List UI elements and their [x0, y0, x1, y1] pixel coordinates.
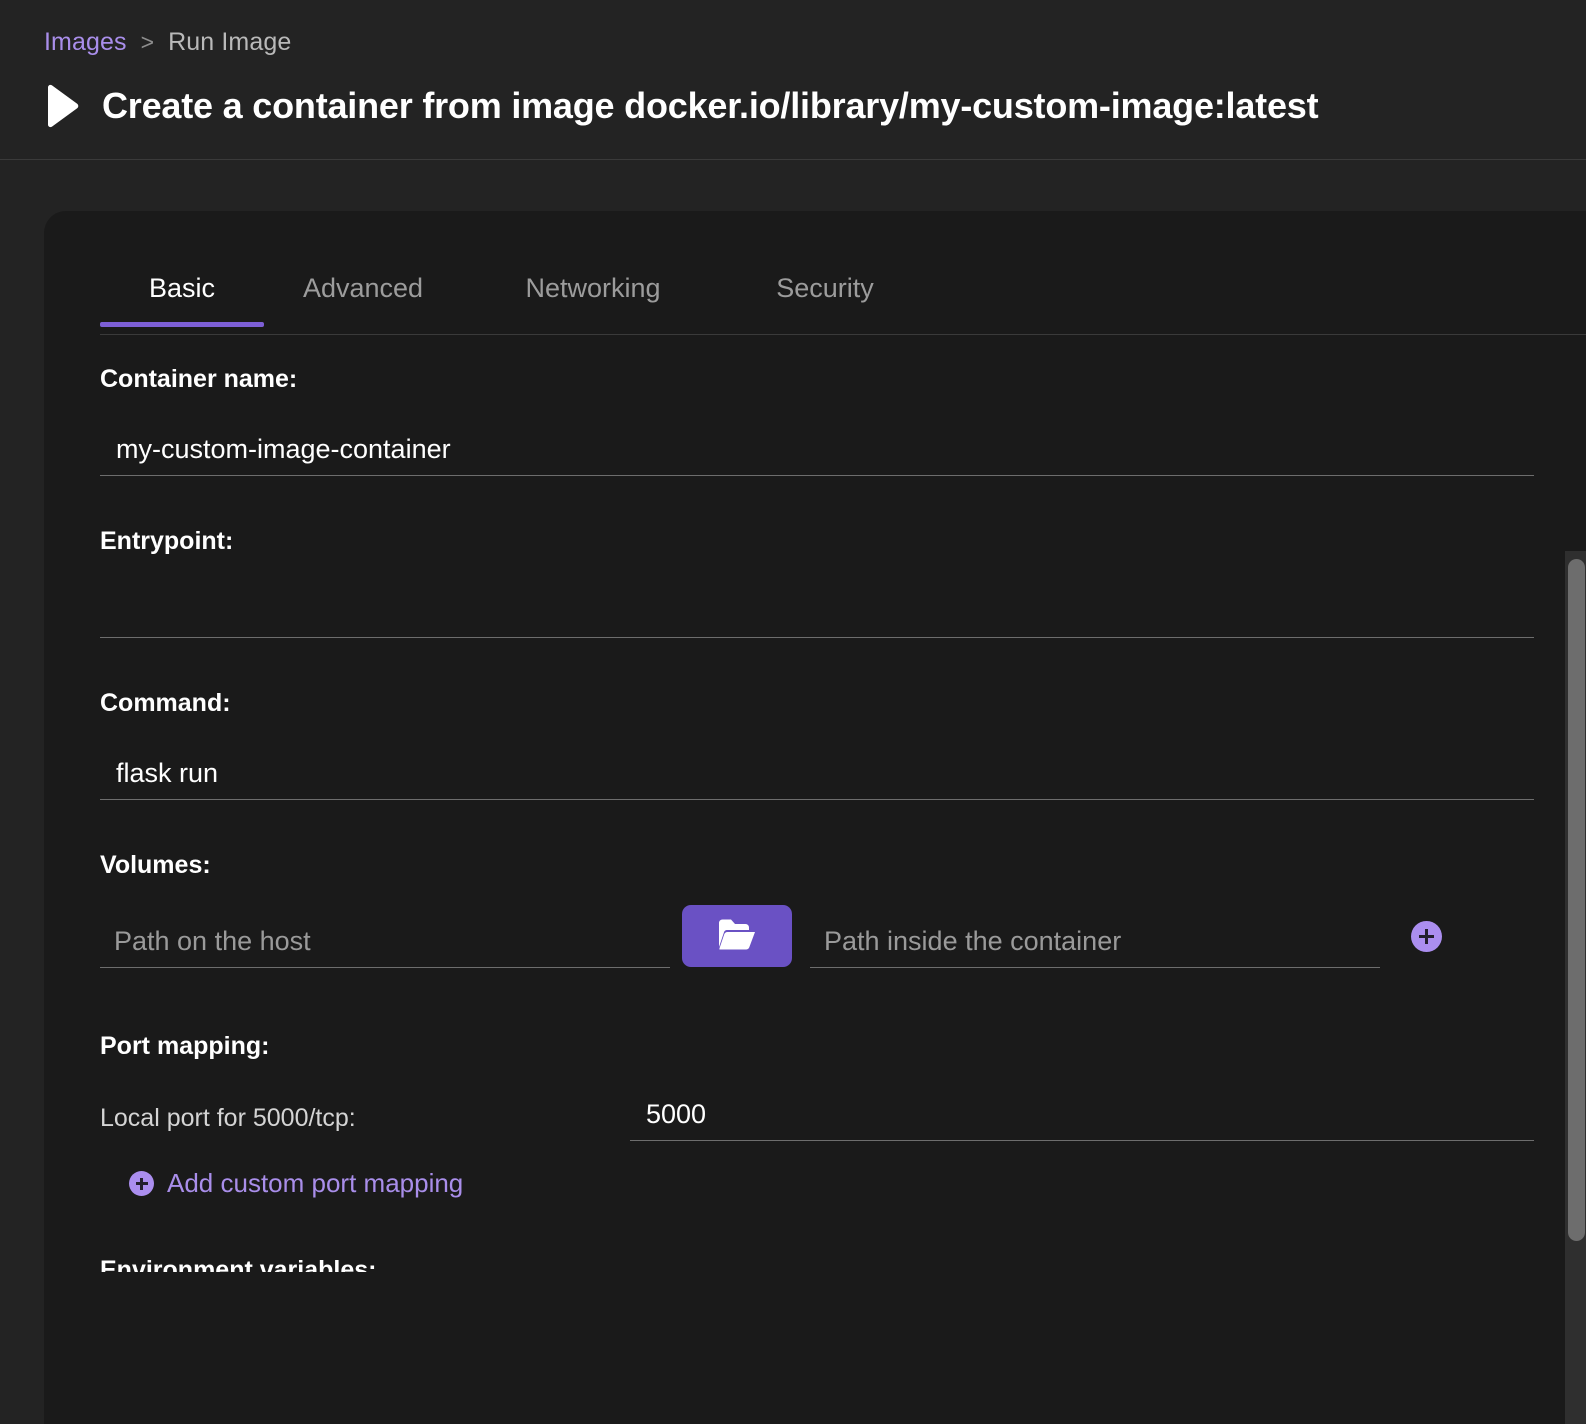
entrypoint-label: Entrypoint: [100, 527, 233, 556]
tab-advanced[interactable]: Advanced [264, 263, 462, 326]
tab-advanced-label: Advanced [303, 273, 423, 303]
add-custom-port-mapping-label: Add custom port mapping [167, 1168, 463, 1199]
local-port-input[interactable]: 5000 [630, 1085, 1534, 1141]
entrypoint-input[interactable] [100, 582, 1534, 638]
page-header: Images > Run Image Create a container fr… [0, 0, 1586, 160]
add-custom-port-mapping-link[interactable]: Add custom port mapping [129, 1168, 463, 1199]
tab-bar: Basic Advanced Networking Security [100, 263, 1586, 335]
container-name-value: my-custom-image-container [100, 434, 451, 465]
tab-basic-label: Basic [149, 273, 215, 303]
tab-security-label: Security [776, 273, 874, 303]
page-title-row: Create a container from image docker.io/… [44, 84, 1318, 128]
tab-basic[interactable]: Basic [100, 263, 264, 326]
vertical-scrollbar-thumb[interactable] [1568, 559, 1585, 1241]
tab-networking-label: Networking [525, 273, 660, 303]
volume-host-path-input[interactable]: Path on the host [100, 910, 670, 968]
local-port-value: 5000 [630, 1099, 706, 1130]
plus-vertical-bar [1425, 929, 1428, 944]
command-label: Command: [100, 689, 231, 718]
plus-vertical-bar [140, 1178, 143, 1190]
breadcrumb-separator-icon: > [141, 29, 155, 56]
form-scroll-area: Container name: my-custom-image-containe… [44, 335, 1586, 1345]
add-volume-plus-circle-icon[interactable] [1411, 921, 1442, 952]
command-input[interactable]: flask run [100, 744, 1534, 800]
container-name-label: Container name: [100, 365, 297, 394]
breadcrumb-current-run-image: Run Image [168, 28, 291, 57]
add-custom-port-mapping-plus-circle-icon [129, 1171, 154, 1196]
breadcrumb: Images > Run Image [44, 28, 291, 57]
page-title: Create a container from image docker.io/… [102, 85, 1318, 127]
volume-container-path-input[interactable]: Path inside the container [810, 910, 1380, 968]
tab-networking[interactable]: Networking [478, 263, 708, 326]
play-icon [44, 84, 80, 128]
volume-container-path-placeholder: Path inside the container [810, 926, 1121, 957]
volumes-label: Volumes: [100, 851, 211, 880]
folder-open-icon [717, 918, 757, 955]
breadcrumb-link-images[interactable]: Images [44, 28, 127, 57]
container-name-input[interactable]: my-custom-image-container [100, 420, 1534, 476]
port-mapping-label: Port mapping: [100, 1032, 269, 1061]
local-port-row-label: Local port for 5000/tcp: [100, 1104, 356, 1133]
volume-host-path-placeholder: Path on the host [100, 926, 311, 957]
command-value: flask run [100, 758, 218, 789]
folder-open-icon-button[interactable] [682, 905, 792, 967]
run-image-card: Basic Advanced Networking Security Conta… [44, 211, 1586, 1424]
tab-security[interactable]: Security [730, 263, 920, 326]
environment-variables-label: Environment variables: [100, 1255, 700, 1272]
